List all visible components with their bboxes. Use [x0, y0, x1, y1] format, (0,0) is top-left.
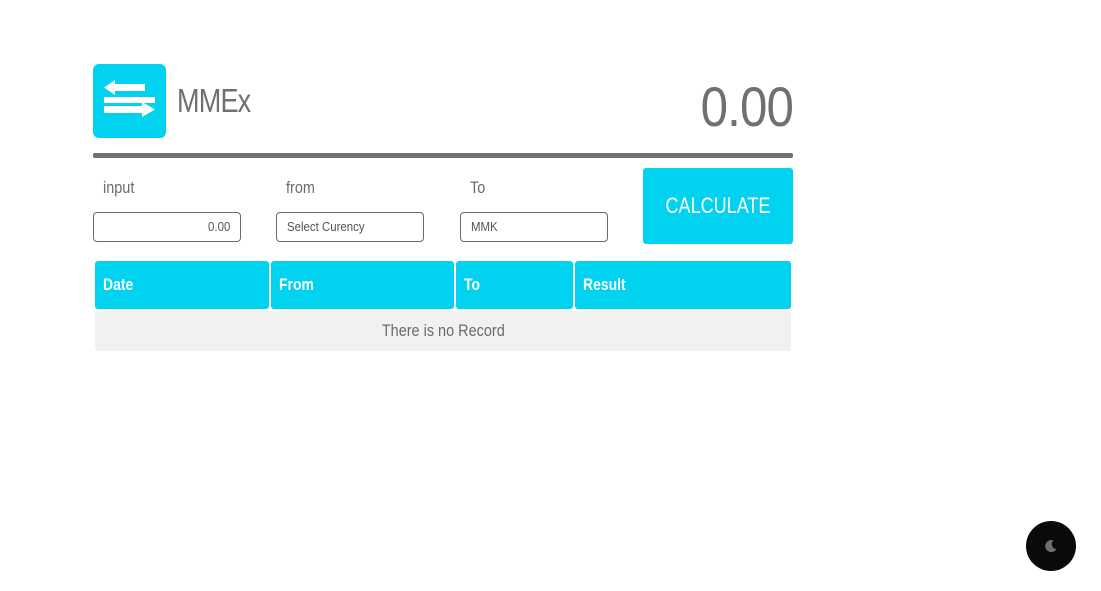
column-header-result-label: Result: [583, 275, 626, 294]
from-label: from: [286, 178, 315, 197]
swap-arrows-icon: [104, 80, 155, 117]
column-header-date-label: Date: [103, 275, 134, 294]
to-currency-value: MMK: [471, 219, 498, 234]
amount-input-value: 0.00: [207, 219, 230, 234]
divider: [93, 153, 793, 158]
to-label: To: [470, 178, 486, 197]
from-currency-select[interactable]: Select Curency: [276, 212, 424, 242]
theme-toggle-button[interactable]: [1026, 521, 1076, 571]
to-currency-input[interactable]: MMK: [460, 212, 608, 242]
column-header-date: Date: [95, 261, 269, 309]
column-header-result: Result: [575, 261, 791, 309]
from-currency-value: Select Curency: [287, 219, 365, 234]
empty-state-message: There is no Record: [381, 321, 505, 340]
converter-app: MMEx 0.00 input 0.00 from Select Curency…: [93, 64, 794, 351]
column-header-to-label: To: [464, 275, 481, 294]
calculate-button-label: CALCULATE: [665, 193, 771, 218]
result-display: 0.00: [700, 75, 794, 138]
moon-icon: [1045, 540, 1057, 553]
table-header: Date From To Result: [95, 261, 791, 309]
logo: [93, 64, 166, 138]
history-table: Date From To Result There is no Record: [95, 261, 791, 351]
app-title: MMEx: [177, 82, 251, 119]
amount-input[interactable]: 0.00: [93, 212, 241, 242]
calculate-button[interactable]: CALCULATE: [643, 168, 793, 244]
input-label: input: [103, 178, 135, 197]
column-header-to: To: [456, 261, 573, 309]
converter-form: input 0.00 from Select Curency To MMK CA…: [93, 168, 793, 244]
column-header-from-label: From: [279, 275, 314, 294]
header: MMEx 0.00: [93, 64, 794, 138]
column-header-from: From: [271, 261, 454, 309]
empty-state-row: There is no Record: [95, 311, 791, 351]
